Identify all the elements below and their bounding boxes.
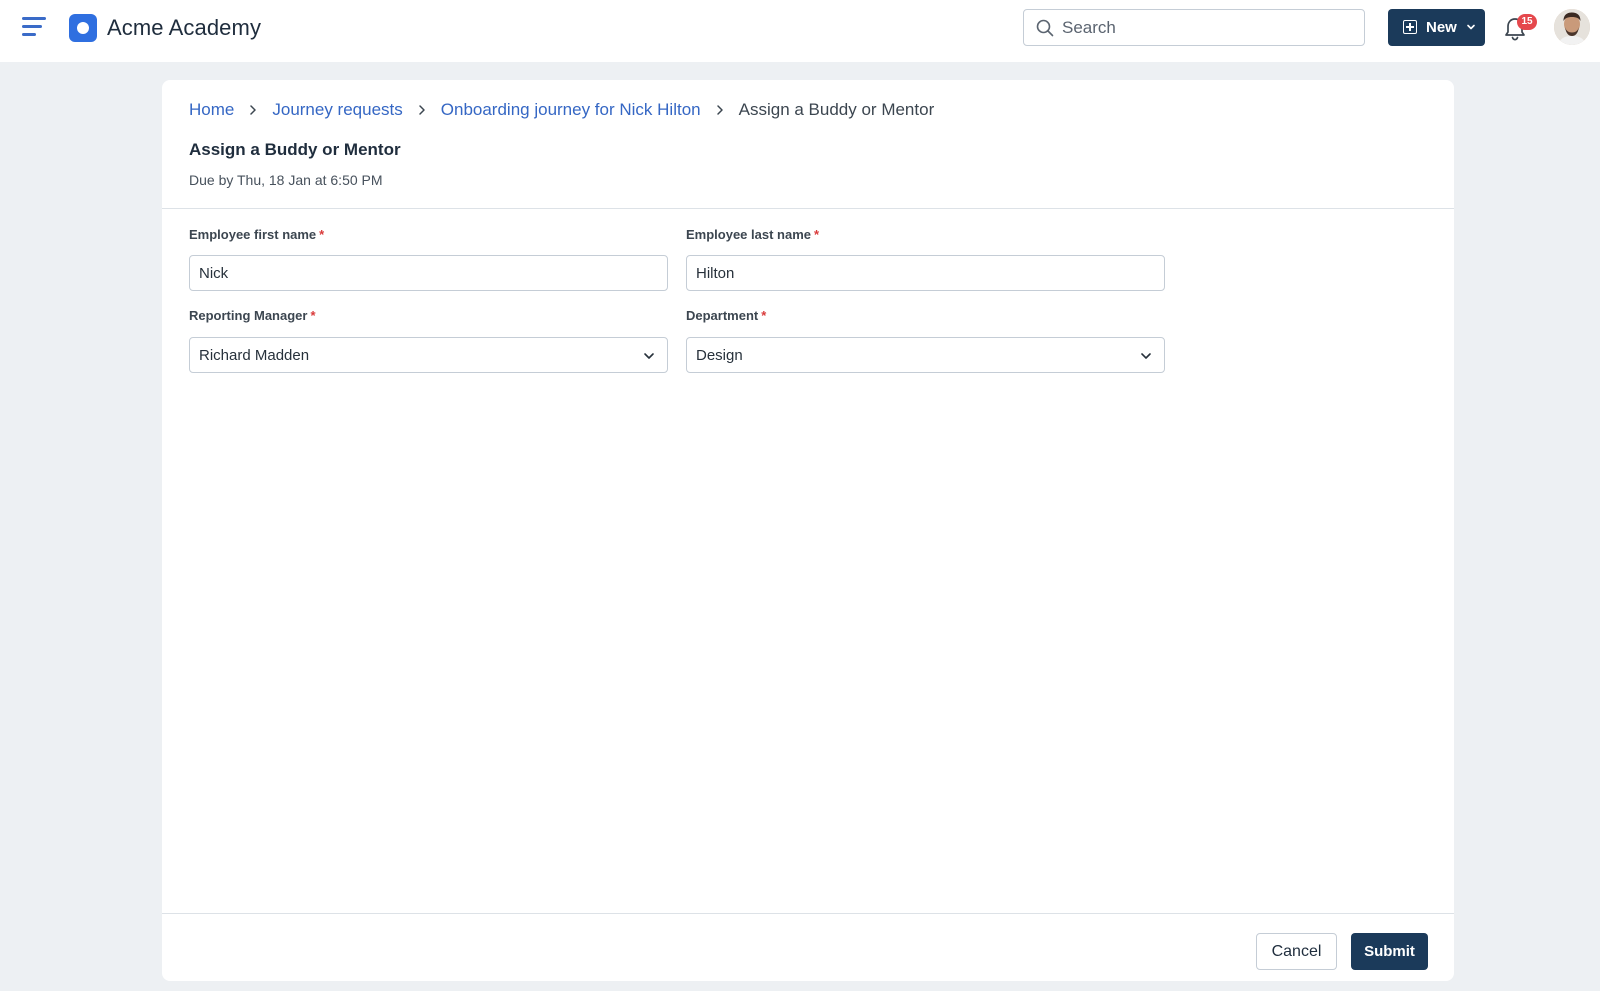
- breadcrumb-journey-requests-link[interactable]: Journey requests: [272, 100, 402, 120]
- footer-divider: [162, 913, 1454, 914]
- chevron-down-icon: [1141, 353, 1151, 359]
- avatar[interactable]: [1554, 9, 1590, 45]
- reporting-manager-select[interactable]: Richard Madden: [189, 337, 668, 373]
- task-card: Home Journey requests Onboarding journey…: [162, 80, 1454, 981]
- page-title: Assign a Buddy or Mentor: [189, 140, 401, 159]
- required-mark: *: [761, 308, 767, 323]
- chevron-right-icon: [419, 105, 425, 115]
- required-mark: *: [814, 227, 820, 242]
- search-box[interactable]: [1023, 9, 1365, 46]
- department-select[interactable]: Design: [686, 337, 1165, 373]
- header-divider: [162, 208, 1454, 209]
- new-button-label: New: [1426, 19, 1457, 36]
- first-name-label: Employee first name *: [189, 227, 324, 243]
- last-name-label-text: Employee last name: [686, 227, 811, 242]
- first-name-label-text: Employee first name: [189, 227, 317, 242]
- required-mark: *: [319, 227, 325, 242]
- first-name-input[interactable]: [189, 255, 668, 291]
- chevron-down-icon: [644, 353, 654, 359]
- department-label-text: Department: [686, 308, 759, 323]
- logo-icon[interactable]: [69, 14, 97, 42]
- chevron-down-icon: [1467, 24, 1475, 30]
- last-name-input[interactable]: [686, 255, 1165, 291]
- new-button[interactable]: New: [1388, 9, 1485, 46]
- last-name-label: Employee last name *: [686, 227, 819, 243]
- plus-icon: [1403, 20, 1417, 34]
- notification-badge: 15: [1517, 14, 1537, 30]
- department-value: Design: [696, 347, 743, 364]
- search-icon: [1036, 19, 1054, 37]
- due-date-text: Due by Thu, 18 Jan at 6:50 PM: [189, 172, 383, 188]
- department-label: Department *: [686, 308, 766, 324]
- reporting-manager-label: Reporting Manager *: [189, 308, 316, 324]
- chevron-right-icon: [250, 105, 257, 115]
- cancel-button[interactable]: Cancel: [1256, 933, 1337, 970]
- breadcrumb-onboarding-journey-link[interactable]: Onboarding journey for Nick Hilton: [441, 100, 701, 120]
- breadcrumb-home-link[interactable]: Home: [189, 100, 234, 120]
- top-bar: Acme Academy New 15: [0, 0, 1600, 62]
- reporting-manager-label-text: Reporting Manager: [189, 308, 308, 323]
- submit-button[interactable]: Submit: [1351, 933, 1428, 970]
- breadcrumb-current: Assign a Buddy or Mentor: [738, 100, 935, 119]
- reporting-manager-value: Richard Madden: [199, 347, 310, 364]
- required-mark: *: [310, 308, 316, 323]
- search-input[interactable]: [1062, 10, 1357, 45]
- chevron-right-icon: [716, 105, 723, 115]
- hamburger-menu-icon[interactable]: [22, 16, 48, 38]
- app-title: Acme Academy: [107, 15, 262, 40]
- breadcrumb: Home Journey requests Onboarding journey…: [189, 98, 934, 122]
